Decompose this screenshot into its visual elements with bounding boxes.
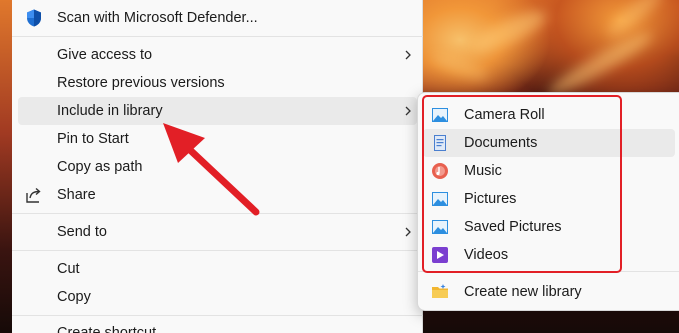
- submenu-item-label: Pictures: [464, 191, 517, 207]
- music-library-icon: [432, 163, 448, 179]
- new-library-folder-icon: [432, 284, 448, 298]
- menu-item-label: Restore previous versions: [57, 75, 225, 91]
- share-icon: [26, 187, 41, 203]
- menu-separator: [12, 213, 423, 214]
- menu-item-send-to[interactable]: Send to: [18, 218, 417, 246]
- menu-item-scan-defender[interactable]: Scan with Microsoft Defender...: [18, 4, 417, 32]
- submenu-item-label: Create new library: [464, 284, 582, 300]
- context-menu: Scan with Microsoft Defender... Give acc…: [12, 0, 423, 333]
- menu-item-label: Copy: [57, 289, 91, 305]
- chevron-right-icon: [405, 227, 411, 237]
- submenu-item-music[interactable]: Music: [423, 157, 675, 185]
- submenu-item-label: Documents: [464, 135, 538, 151]
- submenu-item-label: Videos: [464, 247, 509, 263]
- submenu-item-camera-roll[interactable]: Camera Roll: [423, 101, 675, 129]
- menu-item-share[interactable]: Share: [18, 181, 417, 209]
- menu-item-label: Scan with Microsoft Defender...: [57, 10, 258, 26]
- menu-item-cut[interactable]: Cut: [18, 255, 417, 283]
- defender-shield-icon: [27, 9, 41, 27]
- menu-item-restore-versions[interactable]: Restore previous versions: [18, 69, 417, 97]
- menu-item-label: Cut: [57, 261, 80, 277]
- menu-item-label: Give access to: [57, 47, 153, 63]
- submenu-item-pictures[interactable]: Pictures: [423, 185, 675, 213]
- submenu-item-label: Music: [464, 163, 502, 179]
- documents-library-icon: [434, 135, 446, 151]
- menu-item-include-in-library[interactable]: Include in library: [18, 97, 417, 125]
- pictures-library-icon: [432, 220, 448, 234]
- menu-item-label: Share: [57, 187, 96, 203]
- chevron-right-icon: [405, 106, 411, 116]
- menu-separator: [12, 315, 423, 316]
- submenu-item-label: Saved Pictures: [464, 219, 562, 235]
- menu-separator: [12, 250, 423, 251]
- menu-item-copy[interactable]: Copy: [18, 283, 417, 311]
- menu-item-label: Include in library: [57, 103, 163, 119]
- pictures-library-icon: [432, 192, 448, 206]
- menu-item-copy-as-path[interactable]: Copy as path: [18, 153, 417, 181]
- include-in-library-submenu: Camera Roll Documents Music Pictures Sav…: [417, 92, 679, 311]
- menu-separator: [12, 36, 423, 37]
- submenu-item-create-new-library[interactable]: Create new library: [423, 278, 675, 306]
- menu-item-give-access[interactable]: Give access to: [18, 41, 417, 69]
- menu-item-label: Create shortcut: [57, 325, 157, 333]
- submenu-separator: [418, 271, 679, 272]
- pictures-library-icon: [432, 108, 448, 122]
- menu-item-pin-to-start[interactable]: Pin to Start: [18, 125, 417, 153]
- menu-item-label: Send to: [57, 224, 107, 240]
- submenu-item-documents[interactable]: Documents: [423, 129, 675, 157]
- chevron-right-icon: [405, 50, 411, 60]
- menu-item-label: Copy as path: [57, 159, 143, 175]
- videos-library-icon: [432, 247, 448, 263]
- submenu-item-videos[interactable]: Videos: [423, 241, 675, 269]
- submenu-item-saved-pictures[interactable]: Saved Pictures: [423, 213, 675, 241]
- menu-item-create-shortcut[interactable]: Create shortcut: [18, 319, 417, 333]
- menu-item-label: Pin to Start: [57, 131, 129, 147]
- submenu-item-label: Camera Roll: [464, 107, 545, 123]
